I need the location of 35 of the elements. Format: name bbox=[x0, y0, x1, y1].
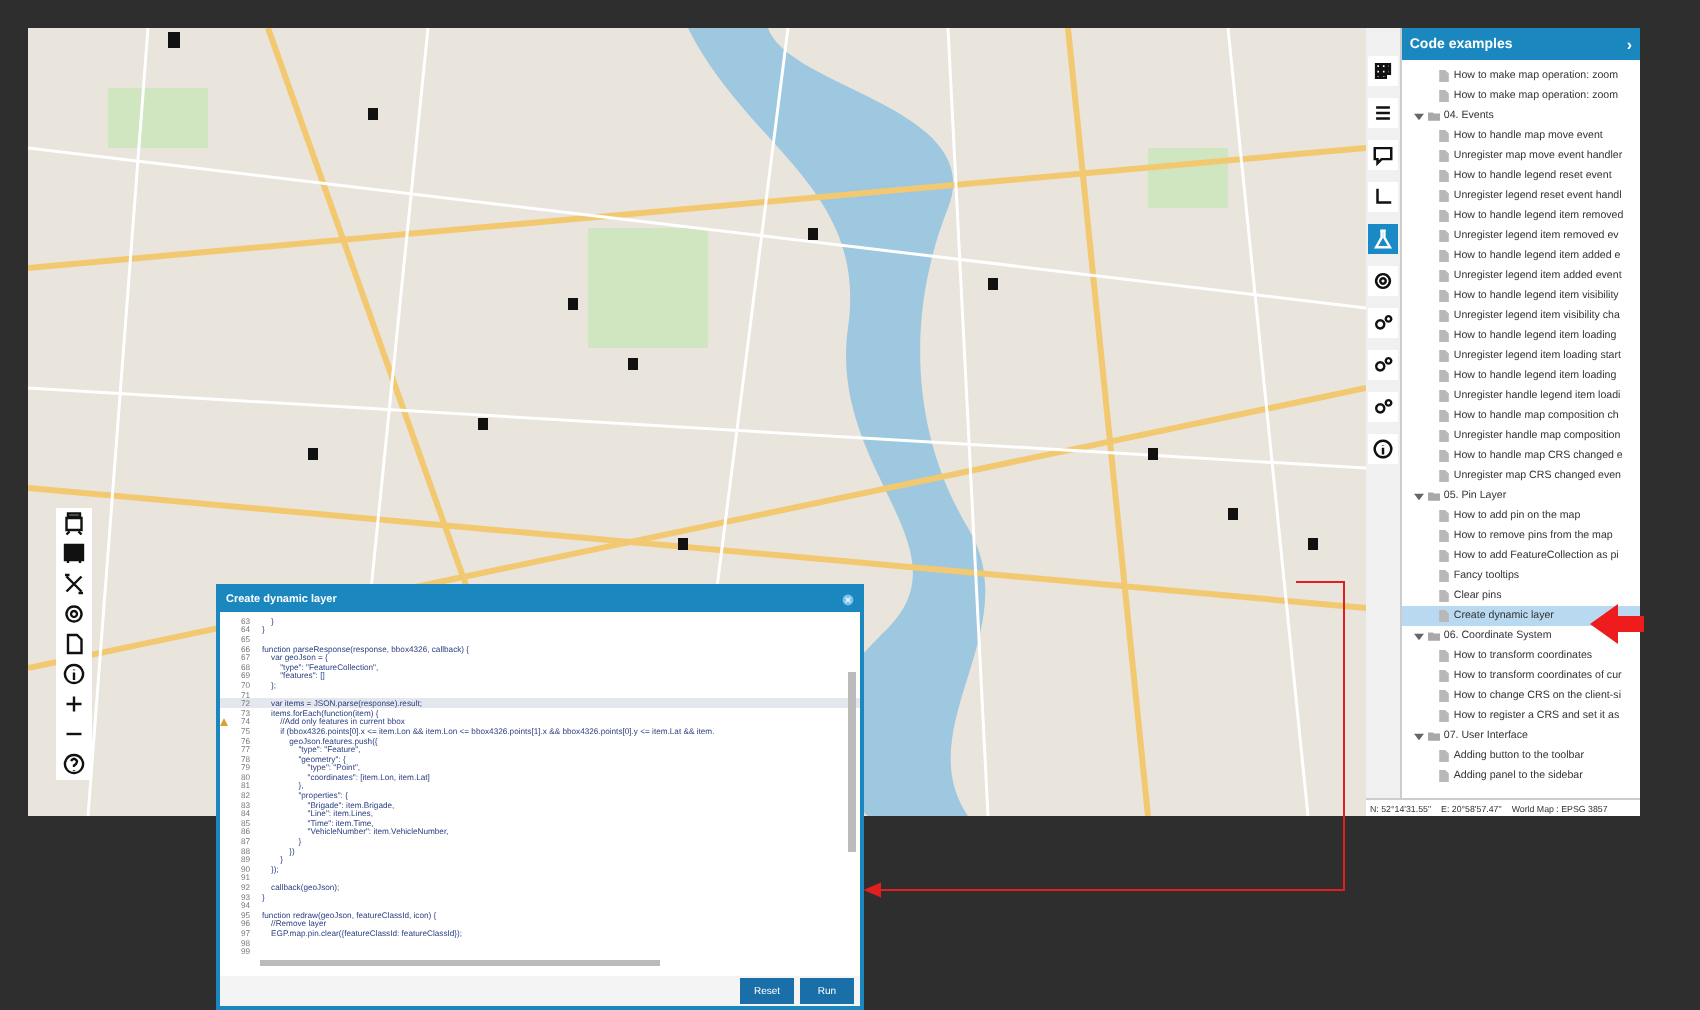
info-icon[interactable] bbox=[62, 662, 86, 686]
info-icon bbox=[1371, 438, 1394, 460]
folder-icon bbox=[1427, 630, 1440, 642]
ruler-button[interactable] bbox=[1367, 182, 1398, 212]
tram-icon[interactable] bbox=[62, 512, 86, 536]
info-button[interactable] bbox=[1367, 434, 1398, 464]
list-button[interactable] bbox=[1367, 98, 1398, 128]
comment-icon bbox=[1371, 144, 1394, 166]
help-icon[interactable] bbox=[62, 752, 86, 776]
folder-icon bbox=[1427, 110, 1440, 122]
gears-button[interactable] bbox=[1367, 308, 1398, 338]
expand-icon[interactable] bbox=[1413, 631, 1424, 641]
warning-icon bbox=[220, 717, 228, 726]
folder-icon bbox=[1427, 730, 1440, 742]
folder-icon bbox=[1427, 490, 1440, 502]
list-icon bbox=[1371, 102, 1394, 124]
document-icon[interactable] bbox=[62, 632, 86, 656]
ruler-icon bbox=[1371, 186, 1394, 208]
plus-icon[interactable] bbox=[62, 692, 86, 716]
expand-icon[interactable] bbox=[1413, 491, 1424, 501]
flask-button[interactable] bbox=[1367, 224, 1398, 254]
gears-button[interactable] bbox=[1367, 350, 1398, 380]
grid-button[interactable] bbox=[1367, 56, 1398, 86]
gear-button[interactable] bbox=[1367, 266, 1398, 296]
expand-icon[interactable] bbox=[1413, 731, 1424, 741]
grid-icon bbox=[1371, 60, 1394, 82]
pointer-arrow-icon bbox=[1590, 604, 1644, 644]
close-icon[interactable] bbox=[842, 594, 854, 606]
flask-icon bbox=[1371, 228, 1394, 250]
scrollbar[interactable] bbox=[848, 672, 856, 852]
chevron-icon[interactable]: › bbox=[1626, 35, 1632, 53]
comment-button[interactable] bbox=[1367, 140, 1398, 170]
scrollbar[interactable] bbox=[260, 959, 660, 966]
expand-icon[interactable] bbox=[1413, 111, 1424, 121]
gears-button[interactable] bbox=[1367, 392, 1398, 422]
